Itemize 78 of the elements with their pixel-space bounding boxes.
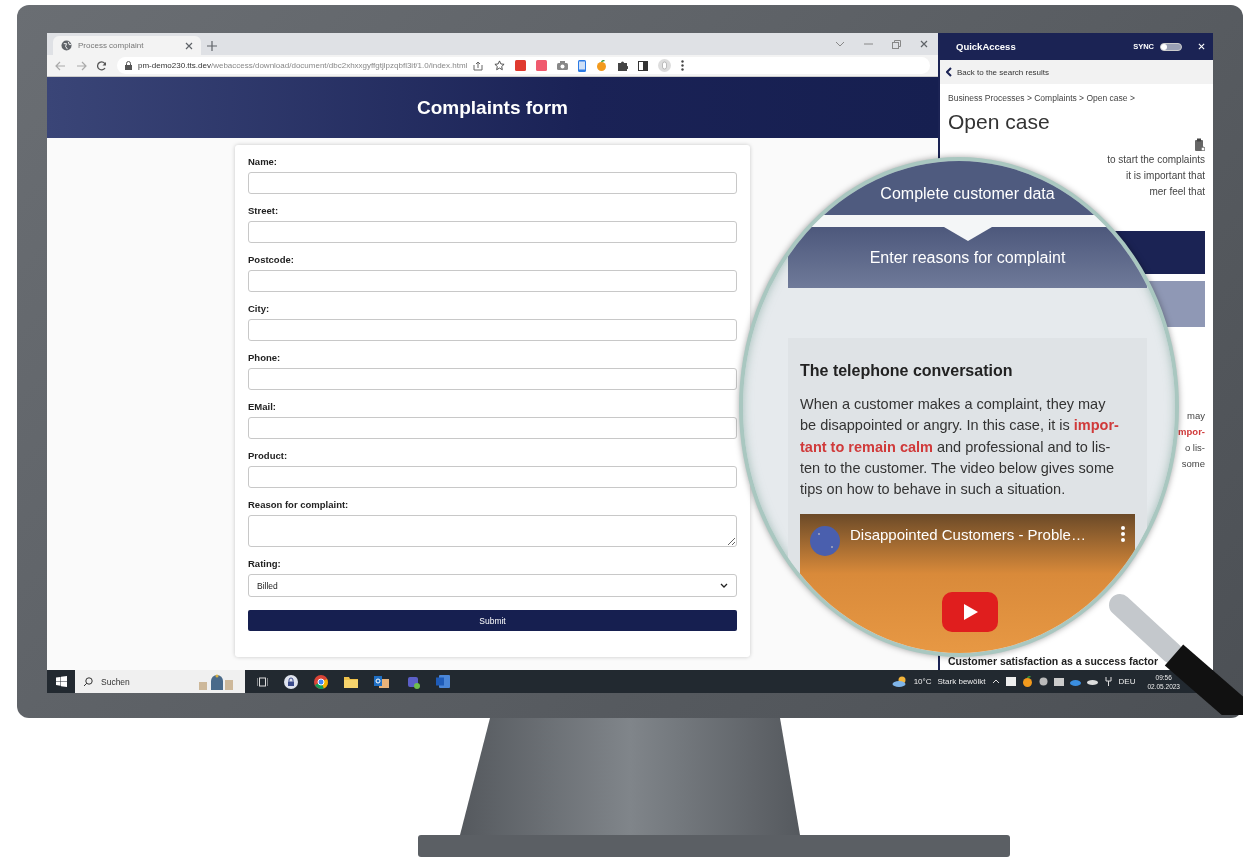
windows-logo-icon[interactable] bbox=[55, 676, 67, 687]
chevron-up-icon[interactable] bbox=[991, 679, 1000, 684]
field-label: Product: bbox=[248, 449, 288, 463]
globe-icon bbox=[61, 40, 72, 51]
puzzle-icon[interactable] bbox=[617, 60, 629, 71]
play-icon[interactable] bbox=[942, 592, 998, 633]
text-area-field[interactable] bbox=[248, 515, 737, 547]
field-label: Rating: bbox=[248, 557, 281, 571]
more-icon[interactable] bbox=[1121, 526, 1125, 543]
panel-title: QuickAccess bbox=[956, 41, 1017, 52]
input-field[interactable] bbox=[248, 319, 737, 341]
card-heading: The telephone conversation bbox=[800, 362, 1013, 380]
field-label: EMail: bbox=[248, 400, 276, 414]
chat-icon[interactable] bbox=[405, 674, 420, 689]
temperature-text: 10°C bbox=[913, 677, 932, 686]
process-step[interactable]: Enter reasons for complaint bbox=[788, 227, 1147, 288]
field-label: Name: bbox=[248, 155, 278, 169]
page-title: Complaints form bbox=[417, 96, 568, 119]
search-icon bbox=[83, 676, 93, 687]
input-field[interactable] bbox=[248, 270, 737, 292]
share-icon[interactable] bbox=[473, 60, 485, 71]
mail-icon[interactable] bbox=[374, 674, 389, 689]
submit-button[interactable]: Submit bbox=[248, 610, 737, 631]
cloud-icon[interactable] bbox=[1086, 678, 1098, 685]
chevron-down-icon bbox=[720, 583, 728, 588]
tray-icon[interactable] bbox=[1038, 677, 1048, 686]
video-title[interactable]: Disappointed Customers - Proble… bbox=[850, 526, 1111, 544]
new-tab-icon[interactable] bbox=[207, 40, 217, 51]
weather-text: Stark bewölkt bbox=[937, 677, 986, 686]
star-icon[interactable] bbox=[494, 60, 506, 71]
camera-icon[interactable] bbox=[557, 61, 569, 70]
sidebar-icon[interactable] bbox=[638, 60, 649, 71]
chevron-down-icon[interactable] bbox=[835, 41, 845, 47]
field-label: Phone: bbox=[248, 351, 281, 365]
chevron-left-icon bbox=[946, 67, 952, 77]
field-label: City: bbox=[248, 302, 270, 316]
folder-icon[interactable] bbox=[344, 675, 358, 688]
rating-select[interactable]: Billed bbox=[248, 574, 737, 597]
input-field[interactable] bbox=[248, 172, 737, 194]
browser-icon[interactable] bbox=[314, 674, 328, 689]
clipboard-icon[interactable] bbox=[1195, 138, 1205, 151]
input-field[interactable] bbox=[248, 221, 737, 243]
lock-icon[interactable] bbox=[284, 674, 298, 689]
language-indicator[interactable]: DEU bbox=[1118, 677, 1136, 686]
sync-toggle[interactable] bbox=[1160, 42, 1182, 51]
panel-heading: Open case bbox=[948, 110, 1050, 134]
reload-icon[interactable] bbox=[97, 60, 107, 71]
input-field[interactable] bbox=[248, 417, 737, 439]
field-label: Postcode: bbox=[248, 253, 294, 267]
browser-tab[interactable]: Process complaint bbox=[53, 36, 201, 55]
task-view-icon[interactable] bbox=[257, 676, 268, 687]
weather-icon[interactable] bbox=[891, 676, 908, 687]
chevron-down-icon bbox=[943, 227, 992, 241]
search-box[interactable]: Suchen bbox=[75, 670, 245, 693]
address-bar[interactable]: pm-demo230.tts.dev/webaccess/download/document/dbc2xhxxgyffgtjlpzqbfl3if/1.0/index.html bbox=[117, 57, 930, 74]
more-icon[interactable] bbox=[681, 60, 685, 71]
tray-icon[interactable] bbox=[1005, 677, 1016, 686]
lock-icon bbox=[125, 61, 132, 70]
text-fragment: may bbox=[1187, 409, 1205, 423]
fruit-icon[interactable] bbox=[1021, 676, 1033, 687]
card-paragraph: When a customer makes a complaint, they may be disappointed or angry. In this case, it is impor- tant to remain calm and professional and to lis- ten to the customer. The video below gives some tips on how to behave in such a situation. bbox=[800, 395, 1120, 500]
phone-icon[interactable] bbox=[578, 59, 587, 72]
usb-icon[interactable] bbox=[1103, 677, 1113, 686]
breadcrumb[interactable]: Business Processes > Complaints > Open case > bbox=[948, 93, 1135, 103]
text-fragment: o lis- bbox=[1184, 441, 1205, 455]
field-label: Reason for complaint: bbox=[248, 498, 349, 512]
text-fragment: mpor- bbox=[1178, 425, 1205, 439]
extension-icon[interactable] bbox=[515, 60, 527, 71]
text-fragment: some bbox=[1181, 457, 1205, 471]
extension-icon[interactable] bbox=[536, 60, 548, 71]
input-field[interactable] bbox=[248, 368, 737, 390]
input-field[interactable] bbox=[248, 466, 737, 488]
field-label: Street: bbox=[248, 204, 279, 218]
tray-icon[interactable] bbox=[1053, 677, 1064, 686]
document-icon[interactable] bbox=[436, 675, 450, 688]
section-heading: Customer satisfaction as a success factor bbox=[948, 655, 1159, 667]
back-link[interactable]: Back to the search results bbox=[940, 60, 1213, 84]
restore-icon[interactable] bbox=[892, 39, 901, 49]
